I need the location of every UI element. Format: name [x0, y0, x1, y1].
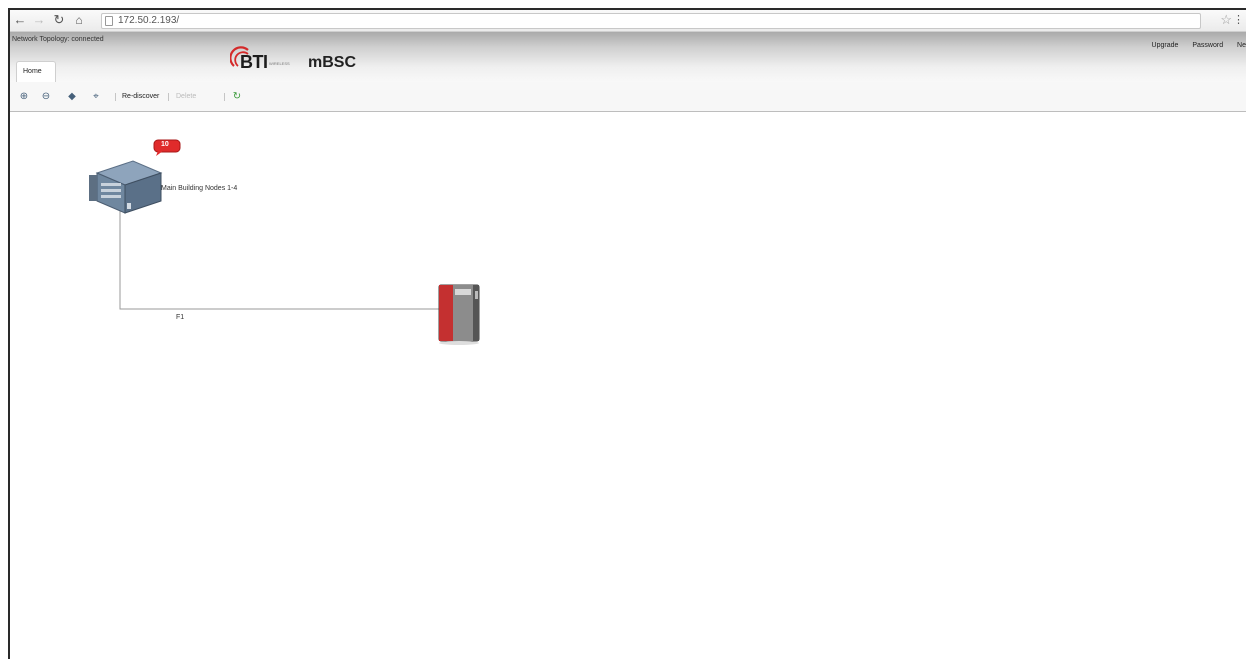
home-icon[interactable]: ⌂	[72, 13, 86, 27]
url-text: 172.50.2.193/	[118, 15, 180, 26]
logo-brand: BTI	[240, 52, 268, 72]
alarm-count: 10	[161, 141, 169, 148]
topology-toolbar: ⊕ ⊖ ◆ ⌖ Re-discover Delete ↻	[10, 82, 1246, 112]
toolbar-divider	[115, 93, 116, 101]
header-links: Upgrade Password Ne	[1140, 42, 1246, 49]
expand-icon[interactable]: ⌖	[90, 91, 102, 103]
logo-brand-sub: WIRELESS	[269, 61, 290, 66]
header-meta-text: Network Topology: connected	[12, 36, 104, 43]
forward-arrow-icon[interactable]: →	[32, 13, 46, 27]
topology-canvas[interactable]: 10 Main Building Nodes 1-4 F1	[10, 113, 1246, 659]
zoom-in-icon[interactable]: ⊕	[18, 91, 30, 103]
app-header: Network Topology: connected Upgrade Pass…	[10, 32, 1246, 82]
password-link[interactable]: Password	[1192, 42, 1223, 49]
star-icon[interactable]: ☆	[1220, 12, 1232, 28]
rediscover-button[interactable]: Re-discover	[122, 93, 159, 100]
fit-icon[interactable]: ◆	[66, 91, 78, 103]
browser-toolbar: ← → ↻ ⌂ 172.50.2.193/ ☆ ⋮	[10, 10, 1246, 32]
cabinet-device-icon	[438, 284, 480, 345]
toolbar-divider	[224, 93, 225, 101]
address-bar[interactable]: 172.50.2.193/	[101, 13, 1201, 29]
delete-button[interactable]: Delete	[176, 93, 196, 100]
toolbar-divider	[168, 93, 169, 101]
reload-icon[interactable]: ↻	[52, 13, 66, 27]
rack-server-icon	[89, 160, 163, 214]
back-arrow-icon[interactable]: ←	[13, 13, 27, 27]
node-label: Main Building Nodes 1-4	[161, 185, 238, 192]
refresh-icon[interactable]: ↻	[231, 91, 243, 103]
network-node-device[interactable]	[85, 155, 165, 215]
zoom-out-icon[interactable]: ⊖	[40, 91, 52, 103]
network-node-device[interactable]	[433, 281, 485, 347]
link-label: F1	[176, 314, 185, 321]
tab-home[interactable]: Home	[16, 61, 56, 82]
bti-logo: BTI WIRELESS mBSC	[230, 46, 370, 76]
network-link[interactable]: Ne	[1237, 42, 1246, 49]
browser-window: ← → ↻ ⌂ 172.50.2.193/ ☆ ⋮ Network Topolo…	[8, 8, 1246, 659]
upgrade-link[interactable]: Upgrade	[1152, 42, 1179, 49]
logo-product: mBSC	[308, 54, 357, 71]
menu-icon[interactable]: ⋮	[1233, 13, 1244, 26]
page-icon	[105, 16, 113, 26]
